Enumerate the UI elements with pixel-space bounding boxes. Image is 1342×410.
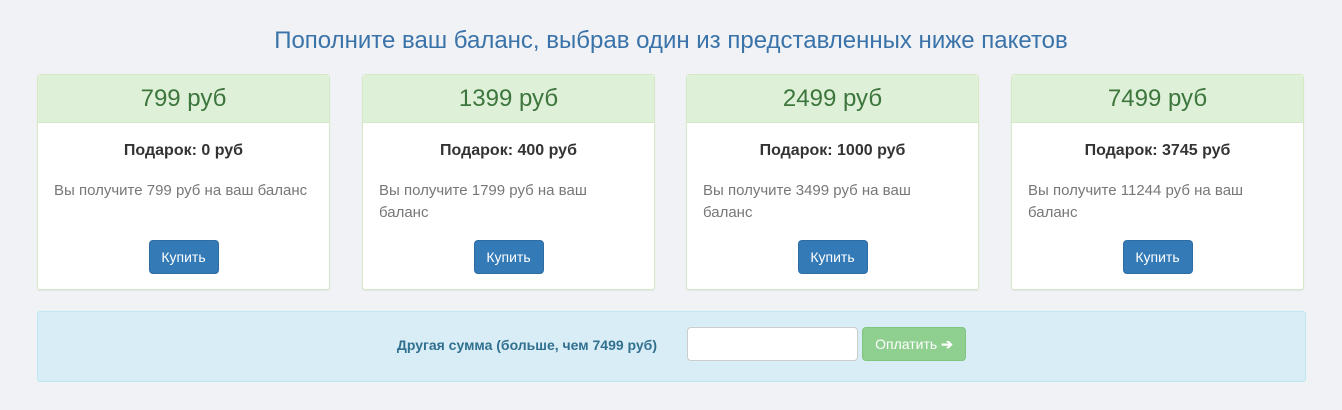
pay-button[interactable]: Оплатить ➔ <box>862 327 966 361</box>
arrow-right-icon: ➔ <box>941 335 953 352</box>
custom-amount-label: Другая сумма (больше, чем 7499 руб) <box>396 337 657 353</box>
package-card: 1399 руб Подарок: 400 руб Вы получите 17… <box>362 74 655 290</box>
buy-button[interactable]: Купить <box>148 240 219 274</box>
package-gift: Подарок: 0 руб <box>123 142 244 159</box>
package-card: 2499 руб Подарок: 1000 руб Вы получите 3… <box>686 74 979 290</box>
package-description: Вы получите 799 руб на ваш баланс <box>54 182 308 199</box>
package-gift: Подарок: 400 руб <box>440 142 577 159</box>
buy-button[interactable]: Купить <box>797 240 868 274</box>
custom-amount-input[interactable] <box>687 327 858 361</box>
buy-button[interactable]: Купить <box>473 240 544 274</box>
buy-button[interactable]: Купить <box>1122 240 1193 274</box>
package-card: 799 руб Подарок: 0 руб Вы получите 799 р… <box>37 74 330 290</box>
custom-amount-panel: Другая сумма (больше, чем 7499 руб) Опла… <box>37 311 1306 382</box>
page-title: Пополните ваш баланс, выбрав один из пре… <box>274 27 1068 54</box>
package-price: 7499 руб <box>1012 75 1303 123</box>
package-card: 7499 руб Подарок: 3745 руб Вы получите 1… <box>1011 74 1304 290</box>
pay-button-label: Оплатить <box>875 335 938 352</box>
package-description: Вы получите 1799 руб на ваш баланс <box>379 182 587 221</box>
package-description: Вы получите 11244 руб на ваш баланс <box>1028 182 1244 221</box>
package-gift: Подарок: 1000 руб <box>759 142 906 159</box>
package-description: Вы получите 3499 руб на ваш баланс <box>703 182 911 221</box>
package-price: 799 руб <box>38 75 329 123</box>
package-price: 1399 руб <box>363 75 654 123</box>
package-price: 2499 руб <box>687 75 978 123</box>
package-gift: Подарок: 3745 руб <box>1084 142 1231 159</box>
